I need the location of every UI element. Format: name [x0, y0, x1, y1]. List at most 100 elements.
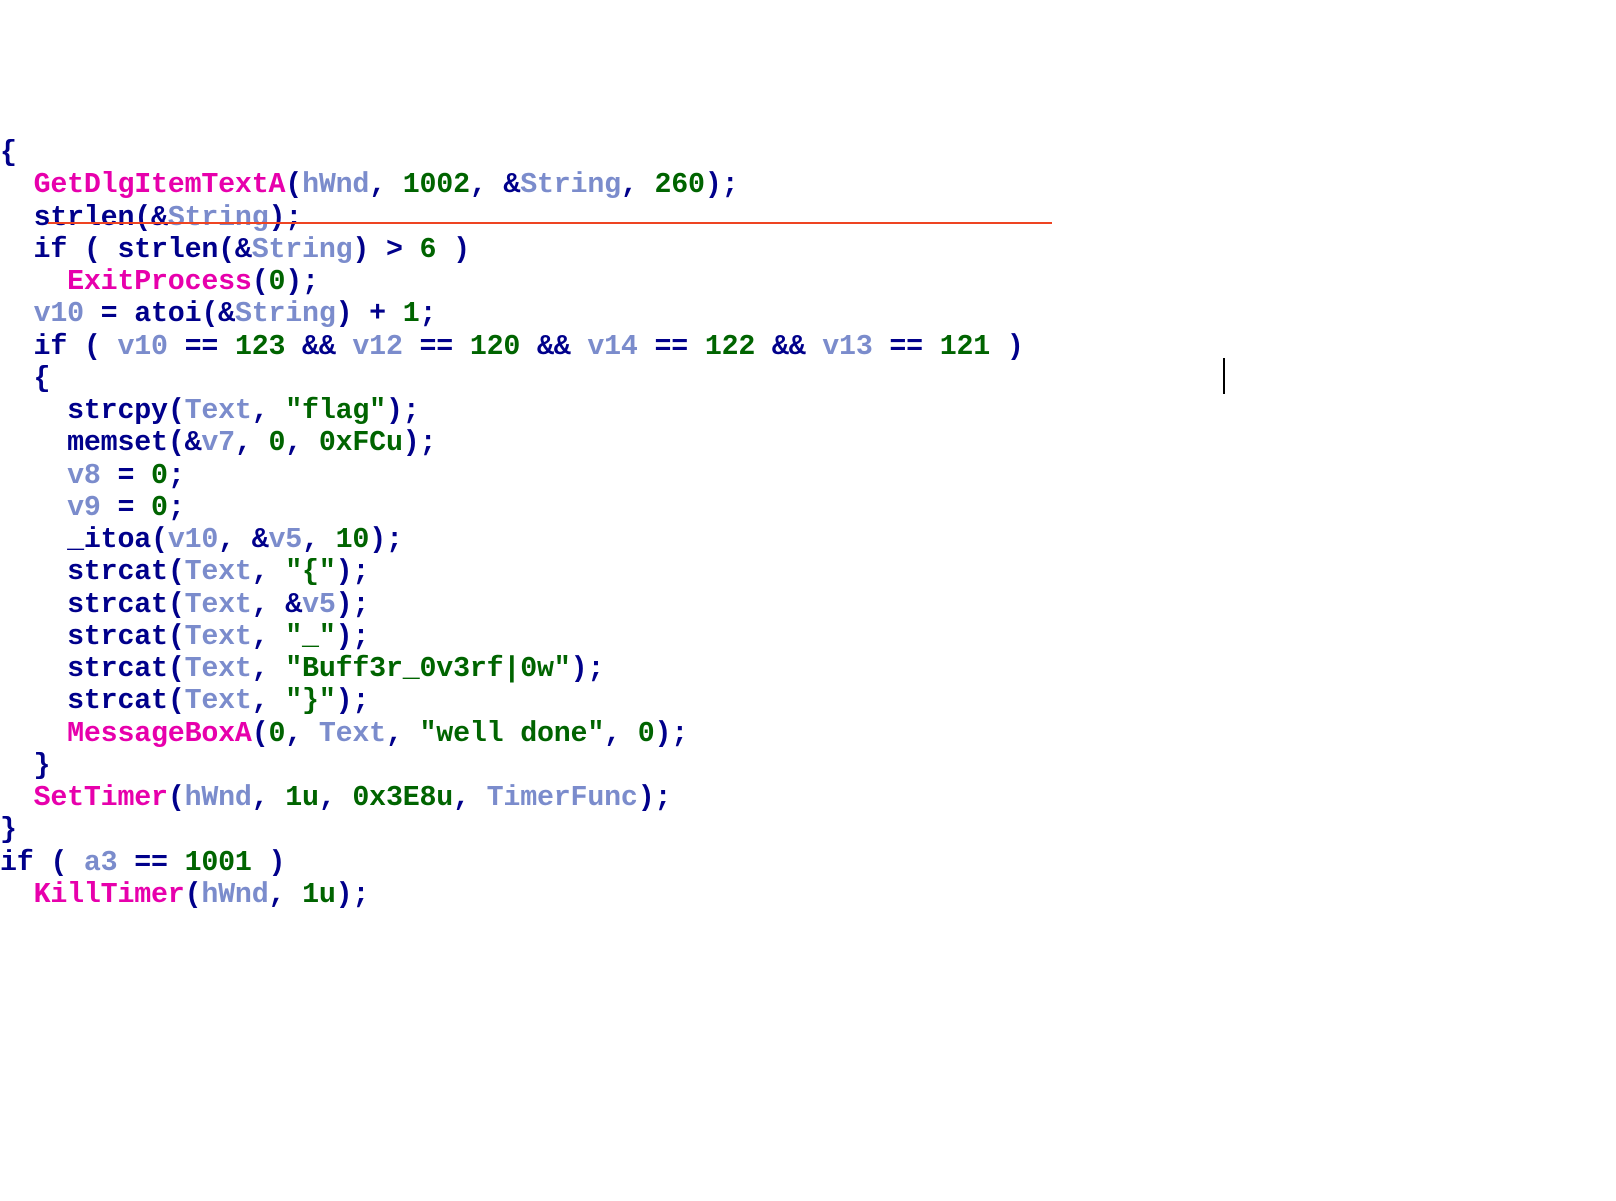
code-token: 0 — [269, 718, 286, 750]
code-token: hWnd — [302, 169, 369, 201]
code-token: String — [520, 169, 621, 201]
code-token: { — [0, 363, 50, 395]
code-token: MessageBoxA — [67, 718, 252, 750]
code-token: a3 — [84, 847, 118, 879]
code-token: Text — [185, 589, 252, 621]
code-token: 1u — [285, 782, 319, 814]
code-token: 1002 — [403, 169, 470, 201]
code-line: MessageBoxA(0, Text, "well done", 0); — [0, 718, 1616, 750]
code-token: ExitProcess — [67, 266, 252, 298]
code-token: ); — [336, 556, 370, 588]
code-token: ) > — [352, 234, 419, 266]
code-token: strcat — [67, 653, 168, 685]
code-token: strlen — [34, 202, 135, 234]
code-token: SetTimer — [34, 782, 168, 814]
code-token: ( — [285, 169, 302, 201]
code-token: , — [252, 685, 286, 717]
code-token: v14 — [587, 331, 637, 363]
code-token: 0 — [269, 427, 286, 459]
code-token — [0, 266, 67, 298]
code-token: , — [604, 718, 638, 750]
code-token: ); — [285, 266, 319, 298]
code-token: , — [453, 782, 487, 814]
code-token: if ( — [0, 331, 117, 363]
code-token: 10 — [336, 524, 370, 556]
code-token: , — [285, 427, 319, 459]
code-token: { — [0, 137, 17, 169]
code-token: } — [0, 814, 17, 846]
code-token: , & — [252, 589, 302, 621]
code-token: 121 — [940, 331, 990, 363]
code-token: == — [117, 847, 184, 879]
code-token: && — [755, 331, 822, 363]
code-line: strcat(Text, "{"); — [0, 556, 1616, 588]
code-token: ); — [336, 589, 370, 621]
code-token: (& — [134, 202, 168, 234]
code-token — [0, 653, 67, 685]
code-token: ( — [151, 524, 168, 556]
code-token: , — [285, 718, 319, 750]
code-token — [0, 427, 67, 459]
code-token: , — [302, 524, 336, 556]
code-line: { — [0, 137, 1616, 169]
code-token — [0, 685, 67, 717]
code-token: 123 — [235, 331, 285, 363]
code-token: == — [873, 331, 940, 363]
code-token: v13 — [822, 331, 872, 363]
code-token: && — [520, 331, 587, 363]
code-token: , — [252, 782, 286, 814]
code-token: ) — [990, 331, 1024, 363]
code-token: == — [168, 331, 235, 363]
code-token: strlen — [117, 234, 218, 266]
code-token: == — [638, 331, 705, 363]
code-token: 1001 — [185, 847, 252, 879]
code-token: GetDlgItemTextA — [34, 169, 286, 201]
code-token — [0, 621, 67, 653]
code-token: ( — [252, 266, 269, 298]
code-line: if ( a3 == 1001 ) — [0, 847, 1616, 879]
code-token: ( — [168, 395, 185, 427]
code-token: , — [252, 621, 286, 653]
code-token: ( — [168, 556, 185, 588]
code-token: ; — [168, 492, 185, 524]
code-token: "}" — [285, 685, 335, 717]
code-token — [0, 879, 34, 911]
code-token: 0x3E8u — [352, 782, 453, 814]
code-token: , — [252, 653, 286, 685]
code-token: KillTimer — [34, 879, 185, 911]
code-token — [0, 460, 67, 492]
code-token: "{" — [285, 556, 335, 588]
code-token: atoi — [134, 298, 201, 330]
code-token: Text — [185, 621, 252, 653]
code-token: ; — [420, 298, 437, 330]
code-token: String — [252, 234, 353, 266]
code-token: TimerFunc — [487, 782, 638, 814]
code-line: if ( strlen(&String) > 6 ) — [0, 234, 1616, 266]
underline-annotation — [48, 222, 1052, 224]
code-line: strcat(Text, &v5); — [0, 589, 1616, 621]
code-token: Text — [319, 718, 386, 750]
code-line: strcat(Text, "}"); — [0, 685, 1616, 717]
code-token: ) + — [336, 298, 403, 330]
code-token — [0, 492, 67, 524]
code-token: 6 — [420, 234, 437, 266]
code-token: Text — [185, 395, 252, 427]
code-token: ); — [336, 685, 370, 717]
code-line: v8 = 0; — [0, 460, 1616, 492]
code-token — [0, 524, 67, 556]
code-token: , — [269, 879, 303, 911]
code-line: memset(&v7, 0, 0xFCu); — [0, 427, 1616, 459]
code-token: (& — [218, 234, 252, 266]
code-token: v10 — [168, 524, 218, 556]
code-token: ) — [436, 234, 470, 266]
code-token: ); — [403, 427, 437, 459]
code-line: v10 = atoi(&String) + 1; — [0, 298, 1616, 330]
code-token: _itoa — [67, 524, 151, 556]
code-token — [0, 298, 34, 330]
code-line: strcpy(Text, "flag"); — [0, 395, 1616, 427]
code-line: SetTimer(hWnd, 1u, 0x3E8u, TimerFunc); — [0, 782, 1616, 814]
code-token: ); — [705, 169, 739, 201]
code-token: v8 — [67, 460, 101, 492]
code-token: 122 — [705, 331, 755, 363]
code-token: ( — [168, 621, 185, 653]
